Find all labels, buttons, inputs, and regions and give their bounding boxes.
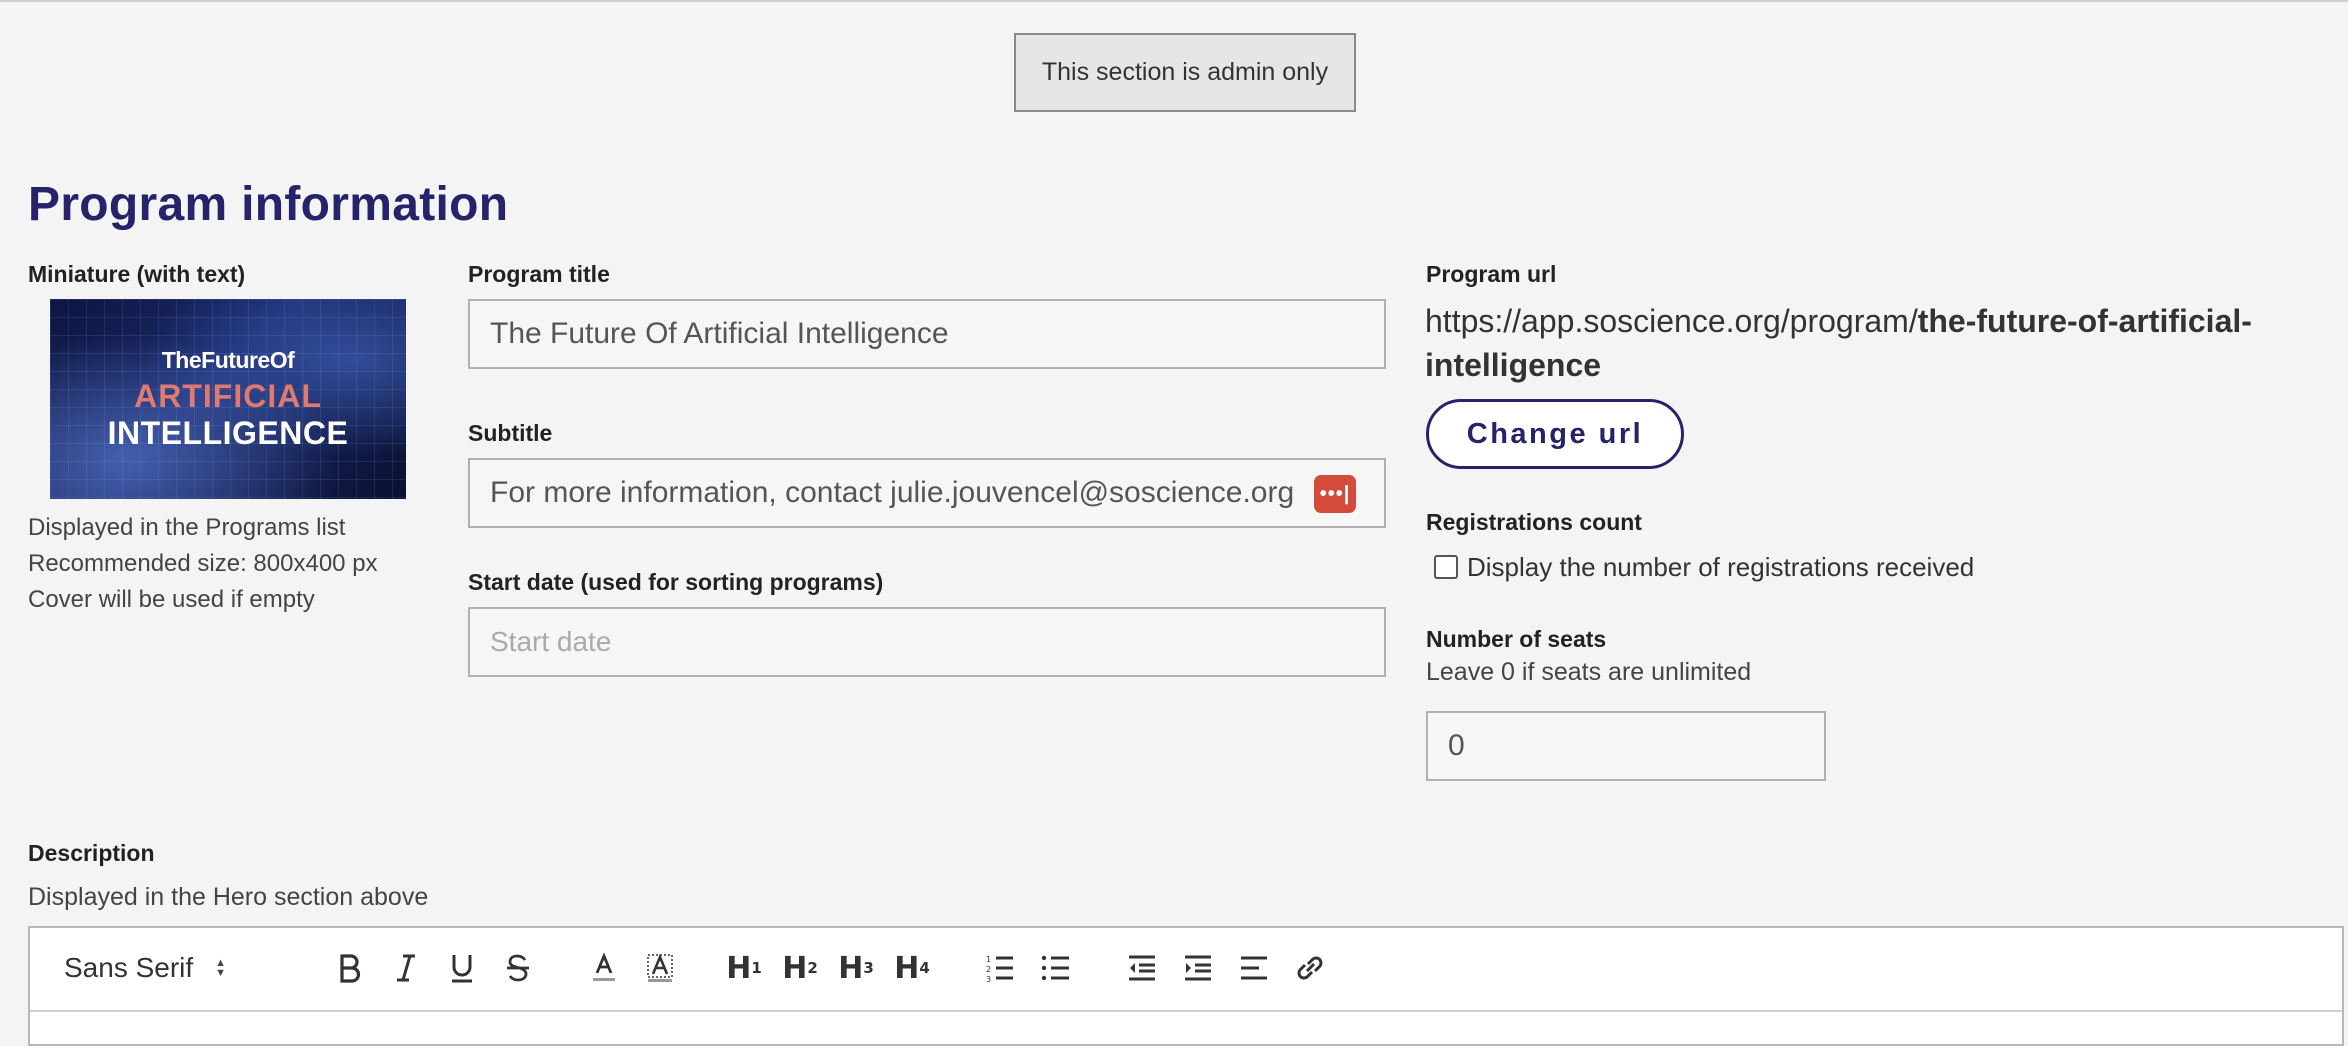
- h4-icon[interactable]: H4: [882, 945, 942, 991]
- program-title-input[interactable]: The Future Of Artificial Intelligence: [468, 299, 1386, 369]
- start-date-label: Start date (used for sorting programs): [468, 569, 884, 595]
- subtitle-value: For more information, contact julie.jouv…: [490, 476, 1295, 509]
- bullet-list-icon[interactable]: [1026, 945, 1086, 991]
- ordered-list-icon[interactable]: 123: [970, 945, 1030, 991]
- image-text-line1: TheFutureOf: [161, 346, 295, 373]
- svg-text:1: 1: [986, 955, 991, 964]
- seats-help: Leave 0 if seats are unlimited: [1426, 658, 1752, 686]
- subtitle-label: Subtitle: [468, 420, 553, 446]
- h1-icon[interactable]: H1: [714, 945, 774, 991]
- change-url-button[interactable]: Change url: [1426, 399, 1684, 469]
- link-icon[interactable]: [1280, 945, 1340, 991]
- h2-sub: 2: [807, 959, 818, 977]
- start-date-input[interactable]: Start date: [468, 607, 1386, 677]
- h3-icon[interactable]: H3: [826, 945, 886, 991]
- h3-letter: H: [838, 950, 864, 986]
- outdent-icon[interactable]: [1112, 945, 1172, 991]
- miniature-label: Miniature (with text): [28, 261, 246, 287]
- font-family-value: Sans Serif: [64, 952, 194, 983]
- editor-toolbar: Sans Serif ▲ ▼ H1 H2 H3 H4 123: [30, 928, 2342, 1012]
- description-label: Description: [28, 840, 155, 866]
- miniature-help: Displayed in the Programs list Recommend…: [28, 510, 378, 618]
- program-url-label: Program url: [1426, 261, 1557, 287]
- url-prefix: https://app.soscience.org/program/: [1425, 303, 1918, 339]
- registrations-checkbox-label[interactable]: Display the number of registrations rece…: [1467, 552, 1974, 583]
- description-editor[interactable]: Sans Serif ▲ ▼ H1 H2 H3 H4 123: [28, 926, 2344, 1046]
- seats-label: Number of seats: [1426, 626, 1607, 652]
- font-family-select[interactable]: Sans Serif ▲ ▼: [64, 945, 226, 991]
- h2-icon[interactable]: H2: [770, 945, 830, 991]
- strike-icon[interactable]: [488, 945, 548, 991]
- h1-letter: H: [726, 950, 752, 986]
- seats-input[interactable]: 0: [1426, 711, 1826, 781]
- description-help: Displayed in the Hero section above: [28, 883, 429, 911]
- bold-icon[interactable]: [320, 945, 380, 991]
- registrations-label: Registrations count: [1426, 509, 1642, 535]
- program-title-label: Program title: [468, 261, 610, 287]
- h4-sub: 4: [919, 959, 930, 977]
- background-color-icon[interactable]: [630, 945, 690, 991]
- miniature-image[interactable]: TheFutureOf ARTIFICIAL INTELLIGENCE: [50, 299, 406, 499]
- admin-only-banner: This section is admin only: [1014, 33, 1356, 112]
- section-title: Program information: [28, 178, 509, 231]
- svg-text:3: 3: [986, 975, 991, 982]
- registrations-checkbox[interactable]: [1434, 555, 1458, 579]
- select-arrows-icon: ▲ ▼: [215, 957, 227, 979]
- indent-icon[interactable]: [1168, 945, 1228, 991]
- password-manager-icon[interactable]: •••|: [1314, 475, 1356, 513]
- h3-sub: 3: [863, 959, 874, 977]
- h4-letter: H: [894, 950, 920, 986]
- image-text-line3: INTELLIGENCE: [107, 414, 349, 451]
- image-text-line2: ARTIFICIAL: [134, 377, 322, 414]
- align-icon[interactable]: [1224, 945, 1284, 991]
- miniature-help-line: Cover will be used if empty: [28, 586, 315, 613]
- subtitle-input[interactable]: For more information, contact julie.jouv…: [468, 458, 1386, 528]
- program-url-value: https://app.soscience.org/program/the-fu…: [1425, 299, 2305, 387]
- italic-icon[interactable]: [376, 945, 436, 991]
- h2-letter: H: [782, 950, 808, 986]
- miniature-help-line: Recommended size: 800x400 px: [28, 550, 378, 577]
- h1-sub: 1: [751, 959, 762, 977]
- svg-text:2: 2: [986, 965, 991, 974]
- miniature-help-line: Displayed in the Programs list: [28, 514, 346, 541]
- underline-icon[interactable]: [432, 945, 492, 991]
- text-color-icon[interactable]: [574, 945, 634, 991]
